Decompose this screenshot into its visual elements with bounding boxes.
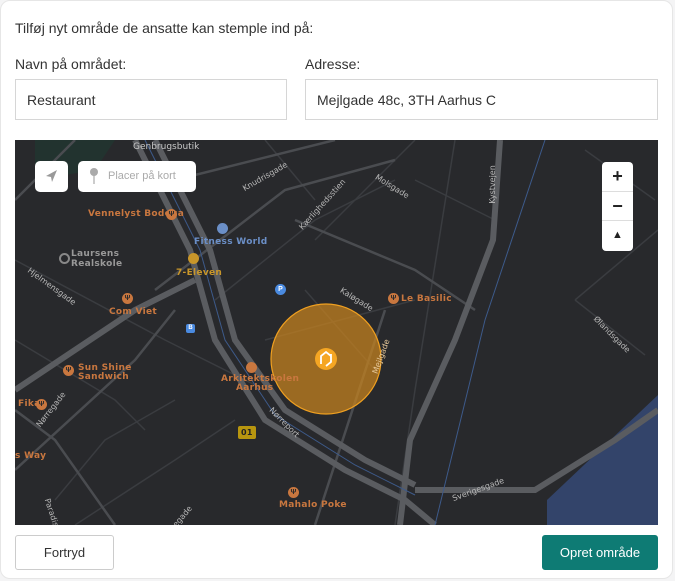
- area-name-input[interactable]: Restaurant: [15, 79, 287, 120]
- map-roads: [15, 140, 658, 525]
- poi-sun-shine-2[interactable]: Sandwich: [78, 373, 129, 382]
- address-input[interactable]: Mejlgade 48c, 3TH Aarhus C: [305, 79, 658, 120]
- gym-icon: [217, 223, 228, 234]
- locate-button[interactable]: [35, 161, 68, 192]
- poi-7-eleven[interactable]: 7-Eleven: [176, 269, 222, 278]
- poi-com-viet[interactable]: Com Viet: [109, 308, 157, 317]
- street-kystvejen: Kystvejen: [487, 165, 497, 204]
- restaurant-icon: Ψ: [63, 365, 74, 376]
- poi-way[interactable]: s Way: [15, 452, 46, 461]
- navigation-arrow-icon: [46, 170, 57, 182]
- bus-icon: B: [186, 324, 195, 333]
- map-controls: + − ▲: [602, 162, 633, 251]
- school-icon: [59, 253, 70, 264]
- restaurant-icon: Ψ: [388, 293, 399, 304]
- place-on-map-placeholder: Placer på kort: [108, 170, 176, 182]
- poi-fitness-world[interactable]: Fitness World: [194, 238, 268, 247]
- create-area-button[interactable]: Opret område: [542, 535, 658, 570]
- poi-mahalo-poke[interactable]: Mahalo Poke: [279, 501, 347, 510]
- store-icon: [188, 253, 199, 264]
- compass-button[interactable]: ▲: [602, 221, 633, 251]
- restaurant-icon: Ψ: [166, 209, 177, 220]
- parking-icon: P: [275, 284, 286, 295]
- poi-le-basilic[interactable]: Le Basilic: [401, 295, 452, 304]
- poi-laursens-1[interactable]: Laursens: [71, 250, 119, 259]
- map-pin-icon: [90, 168, 98, 184]
- form-title: Tilføj nyt område de ansatte kan stemple…: [15, 20, 314, 36]
- add-area-card: Tilføj nyt område de ansatte kan stemple…: [0, 0, 673, 579]
- poi-arkitektskolen-2[interactable]: Aarhus: [236, 384, 273, 393]
- cancel-button[interactable]: Fortryd: [15, 535, 114, 570]
- name-label: Navn på området:: [15, 56, 127, 72]
- zoom-in-button[interactable]: +: [602, 162, 633, 192]
- address-label: Adresse:: [305, 56, 361, 72]
- zoom-out-button[interactable]: −: [602, 192, 633, 222]
- restaurant-icon: Ψ: [288, 487, 299, 498]
- university-icon: [246, 362, 257, 373]
- map[interactable]: Genbrugsbutik Knudrisgade Kærlighedsstie…: [15, 140, 658, 525]
- restaurant-icon: Ψ: [122, 293, 133, 304]
- water-area: [547, 395, 658, 525]
- poi-genbrugsbutik: Genbrugsbutik: [133, 142, 200, 152]
- place-on-map-input[interactable]: Placer på kort: [78, 161, 196, 192]
- route-badge: 01: [238, 426, 256, 439]
- restaurant-icon: Ψ: [36, 399, 47, 410]
- poi-laursens-2[interactable]: Realskole: [71, 260, 122, 269]
